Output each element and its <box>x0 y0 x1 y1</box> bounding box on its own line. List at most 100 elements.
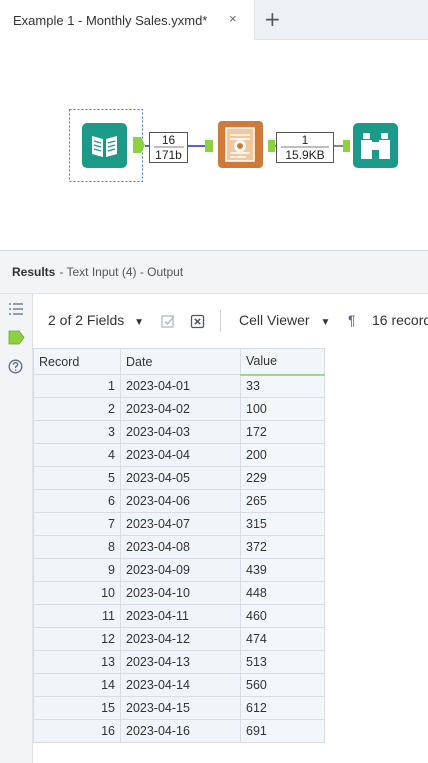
date-cell[interactable]: 2023-04-07 <box>120 512 241 536</box>
results-title: Results <box>12 265 56 279</box>
checkbox-icon[interactable] <box>161 314 176 329</box>
column-header-value[interactable]: Value <box>240 348 325 376</box>
connector-1-count: 16 <box>162 133 176 147</box>
help-icon[interactable] <box>8 359 23 374</box>
toolbar-divider <box>220 310 221 332</box>
value-cell[interactable]: 691 <box>240 719 325 743</box>
results-side-rail <box>0 294 33 763</box>
value-cell[interactable]: 448 <box>240 581 325 605</box>
pilcrow-icon[interactable]: ¶ <box>348 312 356 328</box>
date-cell[interactable]: 2023-04-12 <box>120 627 241 651</box>
column-header-date[interactable]: Date <box>120 348 241 375</box>
fields-dropdown-label: 2 of 2 Fields <box>48 312 125 328</box>
record-cell[interactable]: 3 <box>33 420 121 444</box>
value-cell[interactable]: 474 <box>240 627 325 651</box>
value-cell[interactable]: 315 <box>240 512 325 536</box>
table-row[interactable]: 13 2023-04-13 513 <box>33 650 325 674</box>
cell-viewer-label: Cell Viewer <box>239 312 310 328</box>
table-row[interactable]: 12 2023-04-12 474 <box>33 627 325 651</box>
cell-viewer-dropdown[interactable]: Cell Viewer ▼ <box>239 312 330 328</box>
date-cell[interactable]: 2023-04-05 <box>120 466 241 490</box>
table-row[interactable]: 1 2023-04-01 33 <box>33 374 325 398</box>
table-row[interactable]: 11 2023-04-11 460 <box>33 604 325 628</box>
date-cell[interactable]: 2023-04-14 <box>120 673 241 697</box>
value-cell[interactable]: 460 <box>240 604 325 628</box>
tab-bar: Example 1 - Monthly Sales.yxmd* × + <box>0 0 428 41</box>
table-row[interactable]: 4 2023-04-04 200 <box>33 443 325 467</box>
close-icon[interactable]: × <box>229 11 237 26</box>
record-cell[interactable]: 2 <box>33 397 121 421</box>
table-row[interactable]: 5 2023-04-05 229 <box>33 466 325 490</box>
value-cell[interactable]: 612 <box>240 696 325 720</box>
table-row[interactable]: 15 2023-04-15 612 <box>33 696 325 720</box>
table-row[interactable]: 9 2023-04-09 439 <box>33 558 325 582</box>
date-cell[interactable]: 2023-04-06 <box>120 489 241 513</box>
data-table: Record Date Value 1 2023-04-01 33 2 2023-04-… <box>33 348 325 743</box>
fields-dropdown[interactable]: 2 of 2 Fields ▼ <box>48 312 144 328</box>
record-cell[interactable]: 11 <box>33 604 121 628</box>
deselect-icon[interactable] <box>190 314 205 329</box>
record-cell[interactable]: 13 <box>33 650 121 674</box>
date-cell[interactable]: 2023-04-09 <box>120 558 241 582</box>
value-cell[interactable]: 172 <box>240 420 325 444</box>
value-cell[interactable]: 439 <box>240 558 325 582</box>
render-tool[interactable] <box>218 121 263 168</box>
new-tab-icon[interactable]: + <box>264 7 281 31</box>
value-cell[interactable]: 229 <box>240 466 325 490</box>
date-cell[interactable]: 2023-04-03 <box>120 420 241 444</box>
output-anchor <box>133 137 145 153</box>
table-row[interactable]: 7 2023-04-07 315 <box>33 512 325 536</box>
record-cell[interactable]: 10 <box>33 581 121 605</box>
record-cell[interactable]: 12 <box>33 627 121 651</box>
record-cell[interactable]: 1 <box>33 374 121 398</box>
value-cell[interactable]: 372 <box>240 535 325 559</box>
input-anchor-2 <box>343 140 350 152</box>
date-cell[interactable]: 2023-04-15 <box>120 696 241 720</box>
list-icon[interactable] <box>8 302 24 316</box>
input-anchor <box>205 140 213 152</box>
date-cell[interactable]: 2023-04-16 <box>120 719 241 743</box>
connector-1-size: 171b <box>155 148 182 162</box>
record-count: 16 records <box>372 312 428 328</box>
date-cell[interactable]: 2023-04-08 <box>120 535 241 559</box>
date-cell[interactable]: 2023-04-13 <box>120 650 241 674</box>
value-cell[interactable]: 100 <box>240 397 325 421</box>
column-header-record[interactable]: Record <box>33 348 121 375</box>
record-cell[interactable]: 9 <box>33 558 121 582</box>
record-cell[interactable]: 14 <box>33 673 121 697</box>
record-cell[interactable]: 5 <box>33 466 121 490</box>
date-cell[interactable]: 2023-04-04 <box>120 443 241 467</box>
results-grid[interactable]: Record Date Value 1 2023-04-01 33 2 2023-04-… <box>33 348 428 763</box>
date-cell[interactable]: 2023-04-02 <box>120 397 241 421</box>
record-cell[interactable]: 15 <box>33 696 121 720</box>
results-subtitle: - Text Input (4) - Output <box>59 265 184 279</box>
table-header-row: Record Date Value <box>33 348 325 376</box>
data-anchor-icon[interactable] <box>8 330 25 345</box>
table-row[interactable]: 16 2023-04-16 691 <box>33 719 325 743</box>
date-cell[interactable]: 2023-04-11 <box>120 604 241 628</box>
record-cell[interactable]: 16 <box>33 719 121 743</box>
value-cell[interactable]: 265 <box>240 489 325 513</box>
value-cell[interactable]: 513 <box>240 650 325 674</box>
record-cell[interactable]: 4 <box>33 443 121 467</box>
table-row[interactable]: 10 2023-04-10 448 <box>33 581 325 605</box>
record-cell[interactable]: 7 <box>33 512 121 536</box>
record-cell[interactable]: 6 <box>33 489 121 513</box>
date-cell[interactable]: 2023-04-10 <box>120 581 241 605</box>
date-cell[interactable]: 2023-04-01 <box>120 374 241 398</box>
chevron-down-icon: ▼ <box>134 317 145 328</box>
browse-tool[interactable] <box>353 123 398 168</box>
table-row[interactable]: 14 2023-04-14 560 <box>33 673 325 697</box>
table-row[interactable]: 6 2023-04-06 265 <box>33 489 325 513</box>
workflow-canvas[interactable]: 16 171b 1 15.9KB <box>0 40 428 248</box>
table-row[interactable]: 2 2023-04-02 100 <box>33 397 325 421</box>
table-row[interactable]: 3 2023-04-03 172 <box>33 420 325 444</box>
value-cell[interactable]: 33 <box>240 374 325 398</box>
value-cell[interactable]: 560 <box>240 673 325 697</box>
text-input-tool[interactable] <box>82 123 127 168</box>
record-cell[interactable]: 8 <box>33 535 121 559</box>
workflow-tab[interactable]: Example 1 - Monthly Sales.yxmd* × <box>0 0 255 41</box>
results-header: Results - Text Input (4) - Output <box>0 250 428 294</box>
value-cell[interactable]: 200 <box>240 443 325 467</box>
table-row[interactable]: 8 2023-04-08 372 <box>33 535 325 559</box>
